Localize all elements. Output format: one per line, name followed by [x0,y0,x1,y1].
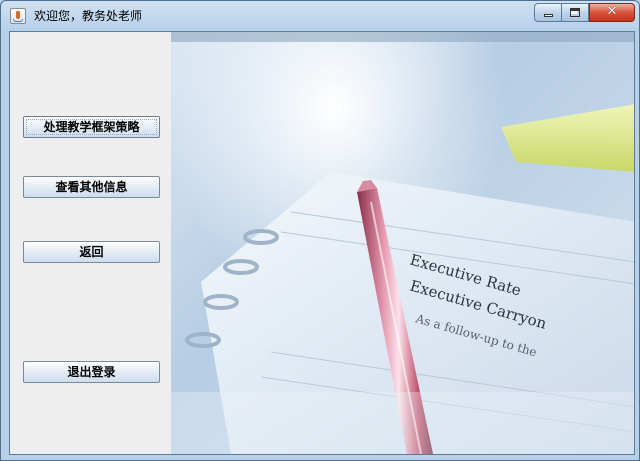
sidebar-panel: 处理教学框架策略 查看其他信息 返回 退出登录 [10,32,171,454]
minimize-button[interactable] [534,3,562,22]
background-photo-graphic: Executive Rate Executive Carryon As a fo… [171,32,634,454]
highlighter-shape [501,104,634,172]
handle-teaching-framework-button[interactable]: 处理教学框架策略 [23,116,160,138]
back-button[interactable]: 返回 [23,241,160,263]
view-other-info-button[interactable]: 查看其他信息 [23,176,160,198]
top-shadow [171,32,634,42]
close-button[interactable]: ✕ [589,3,635,22]
close-icon: ✕ [606,4,618,19]
logout-button[interactable]: 退出登录 [23,361,160,383]
application-window: 欢迎您，教务处老师 ✕ 处理教学框架策略 查看其他信息 返回 退出登录 Exec… [0,0,640,461]
window-title: 欢迎您，教务处老师 [34,9,143,23]
minimize-icon [544,14,553,17]
background-photo: Executive Rate Executive Carryon As a fo… [171,32,634,454]
bottom-glow [171,392,634,454]
java-app-icon[interactable] [10,8,26,24]
content-pane: 处理教学框架策略 查看其他信息 返回 退出登录 Executive Rate E… [9,31,635,455]
maximize-icon [570,8,580,17]
title-bar[interactable]: 欢迎您，教务处老师 ✕ [1,1,639,31]
maximize-button[interactable] [562,3,589,22]
